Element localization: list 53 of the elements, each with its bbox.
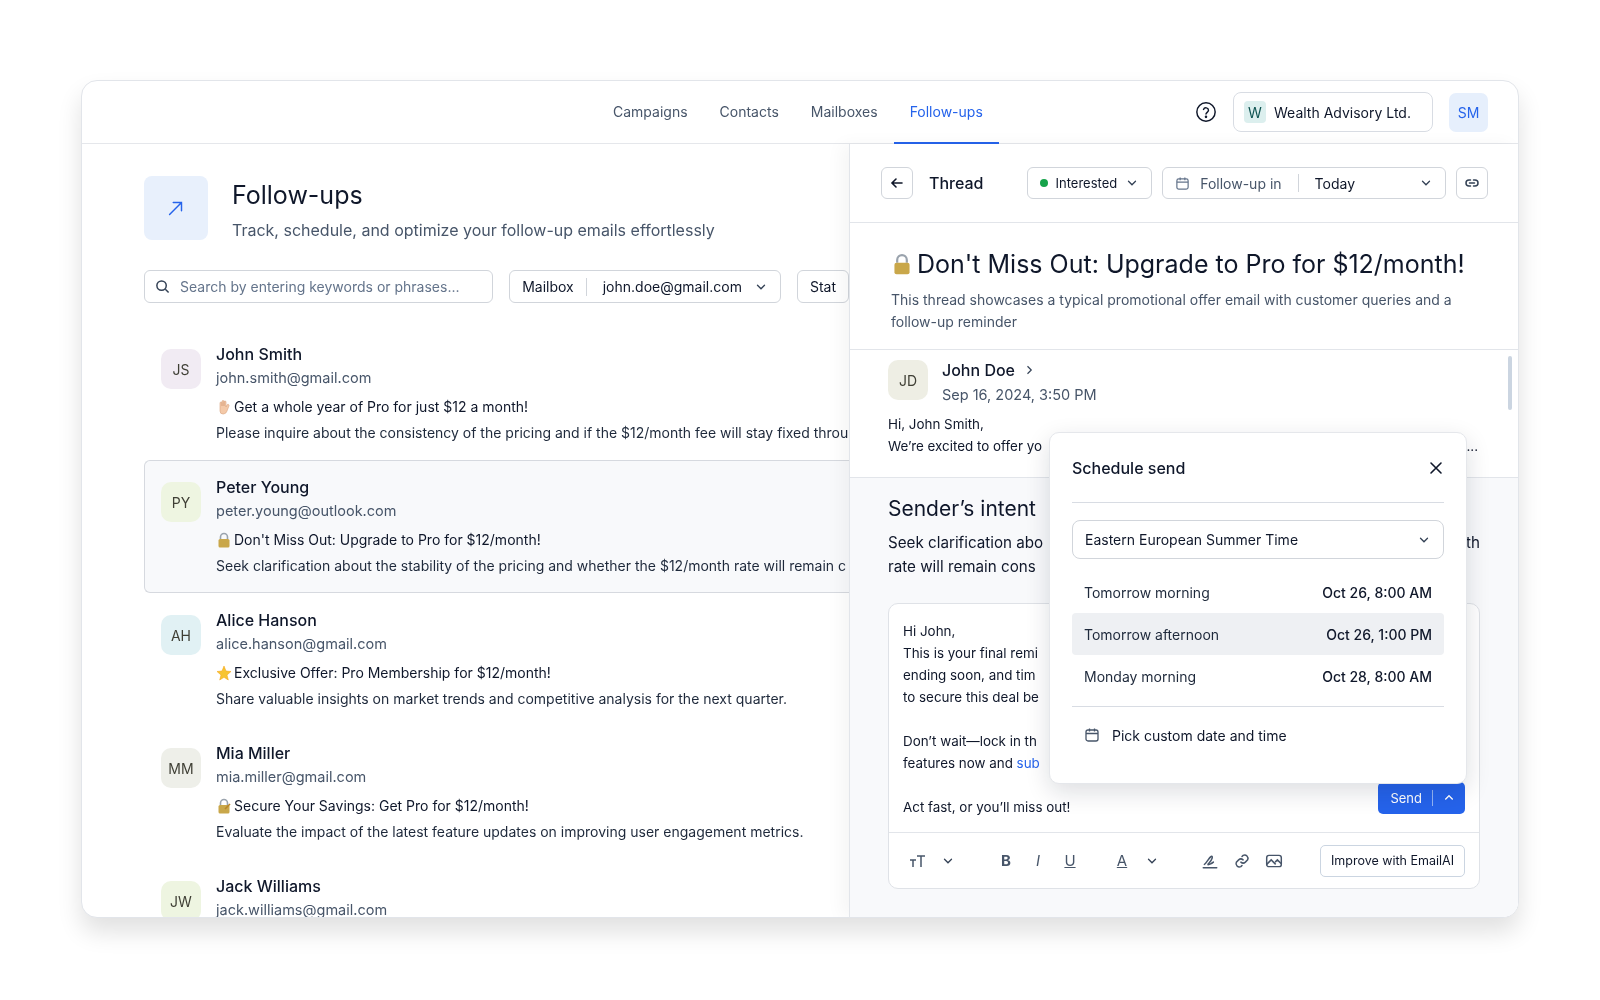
contact-name: Mia Miller xyxy=(216,743,292,763)
email-subject: Exclusive Offer: Pro Membership for $12/month! xyxy=(234,664,551,681)
contact-avatar: MM xyxy=(161,748,201,788)
email-subject: Don't Miss Out: Upgrade to Pro for $12/month! xyxy=(234,531,541,548)
thread-subject: Don't Miss Out: Upgrade to Pro for $12/month! xyxy=(917,249,1465,279)
reply-text: Act fast, or you’ll miss out! xyxy=(903,798,1071,817)
message-text: Hi, John Smith, xyxy=(888,415,985,434)
email-preview: Please inquire about the consistency of the pricing and if the $12/month fee will stay fixed throu xyxy=(216,424,848,441)
contact-avatar: PY xyxy=(161,482,201,522)
contact-email: mia.miller@gmail.com xyxy=(216,768,368,785)
contact-email: alice.hanson@gmail.com xyxy=(216,635,388,652)
thread-title: Thread xyxy=(929,173,984,193)
reply-text: This is your final remi xyxy=(903,644,1038,663)
sender-avatar: JD xyxy=(888,360,928,400)
reply-text: Don’t wait—lock in th xyxy=(903,732,1037,751)
contact-email: john.smith@gmail.com xyxy=(216,369,373,386)
option-time: Oct 26, 1:00 PM xyxy=(1326,625,1432,643)
contact-name: Peter Young xyxy=(216,477,311,497)
reply-text: Hi John, xyxy=(903,622,956,641)
contact-name: Jack Williams xyxy=(216,876,322,896)
popover-title: Schedule send xyxy=(1072,457,1186,478)
contact-email: peter.young@outlook.com xyxy=(216,502,398,519)
intent-text: Seek clarification abo xyxy=(888,532,1044,554)
option-time: Oct 26, 8:00 AM xyxy=(1322,583,1432,601)
email-preview: Evaluate the impact of the latest feature updates on improving user engagement metrics. xyxy=(216,823,804,840)
contact-avatar: AH xyxy=(161,615,201,655)
reply-text: ending soon, and tim xyxy=(903,666,1036,685)
page-title: Follow-ups xyxy=(232,180,364,210)
intent-text: rate will remain cons xyxy=(888,556,1037,578)
ellipsis: ... xyxy=(1466,437,1478,456)
message-date: Sep 16, 2024, 3:50 PM xyxy=(942,386,1097,403)
page-subtitle: Track, schedule, and optimize your follow-up emails effortlessly xyxy=(232,220,715,240)
reply-text: to secure this deal be xyxy=(903,688,1039,707)
email-subject: Secure Your Savings: Get Pro for $12/month! xyxy=(234,797,529,814)
organization-avatar: W xyxy=(1244,101,1266,123)
option-label: Monday morning xyxy=(1084,667,1196,685)
organization-name: Wealth Advisory Ltd. xyxy=(1274,103,1411,121)
contact-avatar: JS xyxy=(161,349,201,389)
reply-text: features now and sub xyxy=(903,754,1040,773)
option-time: Oct 28, 8:00 AM xyxy=(1322,667,1432,685)
email-subject: Get a whole year of Pro for just $12 a month! xyxy=(234,398,529,415)
option-label: Tomorrow afternoon xyxy=(1084,625,1220,643)
email-preview: Seek clarification about the stability of the pricing and whether the $12/month rate will remain c xyxy=(216,557,847,574)
sender-name: John Doe xyxy=(942,360,1015,380)
intent-title: Sender’s intent xyxy=(888,496,1037,521)
contact-name: Alice Hanson xyxy=(216,610,318,630)
email-preview: Share valuable insights on market trends and competitive analysis for the next quarter. xyxy=(216,690,788,707)
intent-text: th xyxy=(1466,532,1480,554)
contact-avatar: JW xyxy=(161,881,201,917)
message-text: We’re excited to offer yo xyxy=(888,437,1042,456)
contact-name: John Smith xyxy=(216,344,304,364)
thread-description: This thread showcases a typical promotional offer email with customer queries and a follow-up reminder xyxy=(891,290,1453,332)
option-label: Tomorrow morning xyxy=(1084,583,1210,601)
